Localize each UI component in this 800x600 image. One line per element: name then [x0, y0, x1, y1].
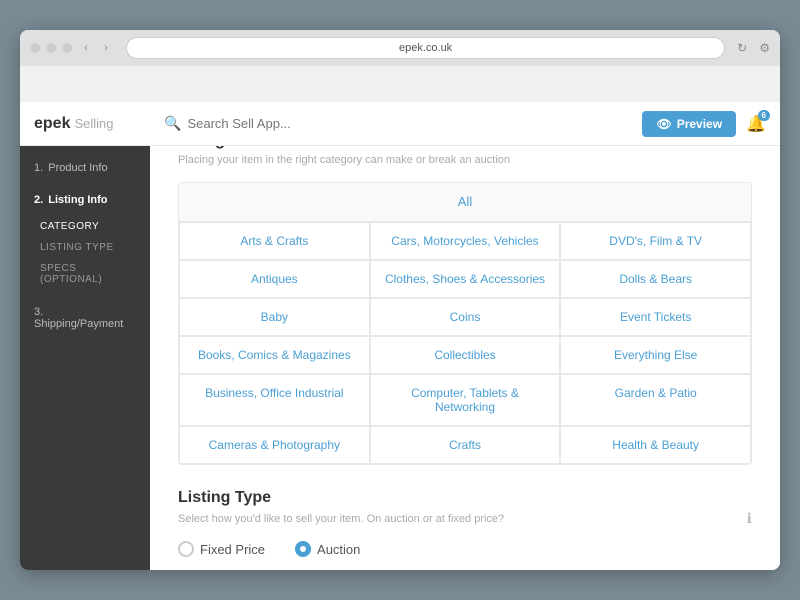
auction-radio[interactable]	[295, 541, 311, 557]
browser-nav: ‹ ›	[78, 40, 114, 56]
list-item[interactable]: Dolls & Bears	[560, 260, 751, 298]
refresh-icon[interactable]: ↻	[737, 41, 747, 55]
sidebar-step-2[interactable]: 2. Listing Info	[20, 184, 150, 216]
list-item[interactable]: Business, Office Industrial	[179, 374, 370, 426]
sidebar-step-1[interactable]: 1. Product Info	[20, 152, 150, 184]
list-item[interactable]: Antiques	[179, 260, 370, 298]
list-item[interactable]: Collectibles	[370, 336, 561, 374]
step-1-label: Product Info	[48, 162, 107, 174]
info-icon[interactable]: ℹ	[747, 510, 752, 527]
header-actions: 👁 Preview 🔔 6	[642, 111, 766, 137]
category-all-row: All	[179, 183, 751, 222]
listing-type-subtitle: Select how you'd like to sell your item.…	[178, 510, 752, 527]
list-item[interactable]: Computer, Tablets & Networking	[370, 374, 561, 426]
listing-type-section: Listing Type Select how you'd like to se…	[178, 489, 752, 570]
eye-icon: 👁	[656, 117, 671, 131]
category-container: All Arts & Crafts Cars, Motorcycles, Veh…	[178, 182, 752, 465]
browser-close-btn[interactable]	[30, 43, 40, 53]
step-2-label: Listing Info	[48, 194, 107, 206]
browser-min-btn[interactable]	[46, 43, 56, 53]
url-text: epek.co.uk	[399, 42, 452, 54]
browser-back-btn[interactable]: ‹	[78, 40, 94, 56]
list-item[interactable]: Garden & Patio	[560, 374, 751, 426]
browser-settings-icon[interactable]: ⚙	[759, 41, 770, 55]
fixed-price-radio[interactable]	[178, 541, 194, 557]
list-item[interactable]: Crafts	[370, 426, 561, 464]
list-item[interactable]: Cars, Motorcycles, Vehicles	[370, 222, 561, 260]
browser-chrome: ‹ › epek.co.uk ↻ ⚙	[20, 30, 780, 66]
preview-button[interactable]: 👁 Preview	[642, 111, 736, 137]
main-content: Categories Placing your item in the righ…	[150, 110, 780, 570]
list-item[interactable]: Clothes, Shoes & Accessories	[370, 260, 561, 298]
categories-section: Categories Placing your item in the righ…	[178, 130, 752, 465]
category-grid: Arts & Crafts Cars, Motorcycles, Vehicle…	[179, 222, 751, 464]
category-all-button[interactable]: All	[458, 194, 472, 209]
sidebar-submenu: CATEGORY LISTING TYPE SPECS (OPTIONAL)	[20, 216, 150, 296]
auction-option[interactable]: Auction	[295, 541, 360, 557]
list-item[interactable]: Cameras & Photography	[179, 426, 370, 464]
listing-type-subtitle-text: Select how you'd like to sell your item.…	[178, 513, 504, 525]
sidebar-sub-listing-type[interactable]: LISTING TYPE	[20, 237, 150, 258]
auction-label: Auction	[317, 542, 360, 557]
step-2-num: 2.	[34, 194, 43, 206]
list-item[interactable]: Coins	[370, 298, 561, 336]
step-1-num: 1.	[34, 162, 43, 174]
fixed-price-label: Fixed Price	[200, 542, 265, 557]
sidebar-step-3[interactable]: 3. Shipping/Payment	[20, 296, 150, 340]
address-bar[interactable]: epek.co.uk	[126, 37, 725, 59]
logo-text: epek	[34, 115, 70, 133]
main-layout: ← My epek 1. Product Info 2. Listing Inf…	[20, 110, 780, 570]
list-item[interactable]: Everything Else	[560, 336, 751, 374]
listing-type-title: Listing Type	[178, 489, 752, 507]
sidebar-sub-specs[interactable]: SPECS (OPTIONAL)	[20, 258, 150, 290]
list-item[interactable]: Event Tickets	[560, 298, 751, 336]
search-icon: 🔍	[164, 115, 181, 132]
list-item[interactable]: Books, Comics & Magazines	[179, 336, 370, 374]
list-item[interactable]: Health & Beauty	[560, 426, 751, 464]
categories-subtitle: Placing your item in the right category …	[178, 154, 752, 166]
search-input[interactable]	[187, 116, 387, 131]
listing-options: Fixed Price Auction	[178, 541, 752, 557]
step-3-num: 3.	[34, 306, 43, 318]
list-item[interactable]: Arts & Crafts	[179, 222, 370, 260]
browser-window: ‹ › epek.co.uk ↻ ⚙ epek Selling 🔍 👁 Prev…	[20, 30, 780, 570]
app-header: epek Selling 🔍 👁 Preview 🔔 6	[20, 102, 780, 146]
list-item[interactable]: Baby	[179, 298, 370, 336]
fixed-price-option[interactable]: Fixed Price	[178, 541, 265, 557]
notification-badge: 6	[758, 110, 770, 121]
browser-max-btn[interactable]	[62, 43, 72, 53]
sidebar-sub-category[interactable]: CATEGORY	[20, 216, 150, 237]
browser-forward-btn[interactable]: ›	[98, 40, 114, 56]
step-3-label: Shipping/Payment	[34, 318, 123, 330]
list-item[interactable]: DVD's, Film & TV	[560, 222, 751, 260]
sidebar: ← My epek 1. Product Info 2. Listing Inf…	[20, 110, 150, 570]
search-bar: 🔍	[164, 115, 642, 132]
logo: epek Selling	[34, 115, 164, 133]
logo-sub: Selling	[74, 116, 113, 131]
notification-button[interactable]: 🔔 6	[746, 114, 766, 134]
